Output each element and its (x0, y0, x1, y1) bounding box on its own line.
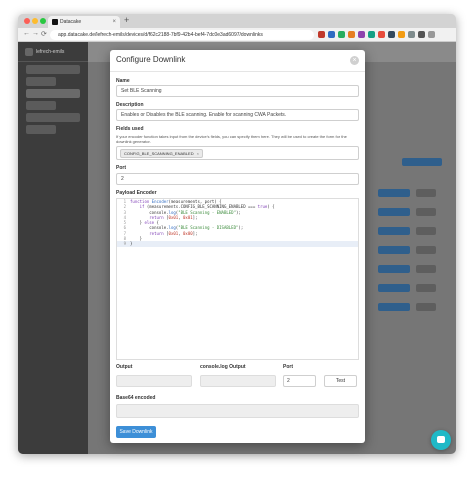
tag-remove-icon[interactable]: × (197, 151, 199, 156)
menu-icon[interactable] (428, 31, 435, 38)
maximize-window-dot[interactable] (40, 18, 46, 24)
background-dropdown (416, 227, 436, 235)
extension-icon[interactable] (338, 31, 345, 38)
code-editor[interactable]: 1 function Encoder(measurements, port) { … (116, 198, 359, 360)
payload-encoder-label: Payload Encoder (116, 190, 157, 196)
workspace-header[interactable]: lefrech-emils (18, 42, 88, 62)
reload-icon[interactable]: ⟳ (41, 30, 47, 38)
configure-downlink-modal: Configure Downlink × Name Set BLE Scanni… (110, 50, 365, 443)
forward-icon[interactable]: → (32, 30, 39, 37)
background-button (378, 265, 410, 273)
browser-tab[interactable]: Datacake × (48, 16, 120, 28)
fields-used-label: Fields used (116, 126, 144, 132)
background-button (378, 227, 410, 235)
fields-used-input[interactable]: CONFIG_BLE_SCANNING_ENABLED × (116, 146, 359, 160)
extension-icon[interactable] (358, 31, 365, 38)
new-tab-icon[interactable]: + (124, 15, 129, 25)
sidebar-item[interactable] (26, 77, 56, 86)
minimize-window-dot[interactable] (32, 18, 38, 24)
extension-icon[interactable] (368, 31, 375, 38)
extension-icon[interactable] (328, 31, 335, 38)
tab-title: Datacake (60, 19, 82, 25)
test-button[interactable]: Test (324, 375, 357, 387)
code-line: 9} (117, 241, 358, 247)
chat-icon (437, 436, 445, 443)
name-label: Name (116, 78, 130, 84)
test-port-label: Port (283, 364, 293, 370)
background-button (378, 189, 410, 197)
background-button (378, 246, 410, 254)
field-tag-label: CONFIG_BLE_SCANNING_ENABLED (124, 151, 194, 156)
modal-header: Configure Downlink × (110, 50, 365, 72)
profile-avatar[interactable] (418, 31, 425, 38)
test-port-input[interactable]: 2 (283, 375, 316, 387)
extension-icon[interactable] (378, 31, 385, 38)
port-input[interactable]: 2 (116, 173, 359, 185)
sidebar-item[interactable] (26, 101, 56, 110)
extension-icon[interactable] (408, 31, 415, 38)
output-label: Output (116, 364, 133, 370)
url-input[interactable]: app.datacake.de/lefrech-emils/devices/d/… (50, 30, 314, 40)
tab-close-icon[interactable]: × (112, 16, 116, 28)
sidebar-item[interactable] (26, 65, 80, 74)
workspace-name: lefrech-emils (36, 49, 65, 55)
field-tag: CONFIG_BLE_SCANNING_ENABLED × (120, 149, 203, 158)
sidebar-item[interactable] (26, 113, 80, 122)
port-label: Port (116, 165, 126, 171)
extension-icon[interactable] (398, 31, 405, 38)
extension-icon[interactable] (388, 31, 395, 38)
close-icon[interactable]: × (350, 56, 359, 65)
address-bar: ← → ⟳ app.datacake.de/lefrech-emils/devi… (18, 28, 456, 42)
background-button (378, 303, 410, 311)
tab-bar: Datacake × + (18, 14, 456, 28)
background-dropdown (416, 189, 436, 197)
background-button (378, 208, 410, 216)
sidebar-item[interactable] (26, 125, 56, 134)
extension-icon[interactable] (348, 31, 355, 38)
name-input[interactable]: Set BLE Scanning (116, 85, 359, 97)
modal-title: Configure Downlink (116, 55, 186, 64)
chat-button[interactable] (431, 430, 451, 450)
sidebar-item-devices[interactable] (26, 89, 80, 98)
background-dropdown (416, 265, 436, 273)
datacake-favicon-icon (52, 19, 58, 25)
background-dropdown (416, 303, 436, 311)
background-dropdown (416, 208, 436, 216)
back-icon[interactable]: ← (23, 30, 30, 37)
output-box (116, 375, 192, 387)
background-button (402, 158, 442, 166)
console-output-label: console.log Output (200, 364, 246, 370)
description-label: Description (116, 102, 144, 108)
extension-icon[interactable] (318, 31, 325, 38)
background-dropdown (416, 246, 436, 254)
extension-icons (318, 31, 435, 38)
fields-used-help: If your encoder function takes input fro… (116, 134, 347, 144)
base64-output-box (116, 404, 359, 418)
workspace-logo-icon (25, 48, 33, 56)
sidebar: lefrech-emils (18, 42, 88, 454)
save-downlink-button[interactable]: Save Downlink (116, 426, 156, 438)
description-input[interactable]: Enables or Disables the BLE scanning. En… (116, 109, 359, 121)
background-button (378, 284, 410, 292)
console-output-box (200, 375, 276, 387)
background-dropdown (416, 284, 436, 292)
base64-label: Base64 encoded (116, 395, 156, 401)
close-window-dot[interactable] (24, 18, 30, 24)
